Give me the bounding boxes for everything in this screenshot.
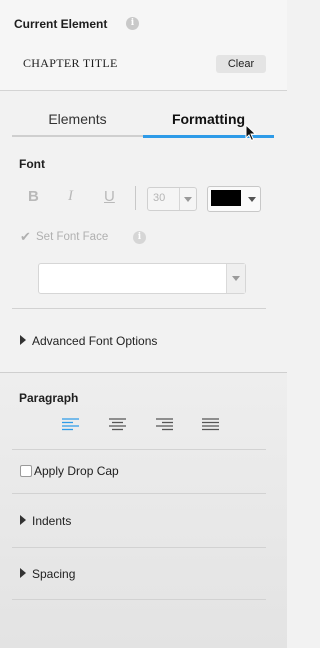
info-icon[interactable]: i	[126, 17, 139, 30]
align-center-icon[interactable]	[109, 418, 126, 432]
tab-elements[interactable]: Elements	[12, 104, 143, 134]
divider	[12, 449, 266, 450]
chevron-down-icon	[179, 188, 196, 210]
bold-button[interactable]: B	[28, 188, 39, 205]
indents-label: Indents	[32, 514, 72, 528]
color-swatch	[211, 190, 241, 206]
set-font-face-label: Set Font Face	[36, 231, 109, 243]
divider	[12, 308, 266, 309]
chevron-down-icon	[245, 187, 260, 211]
paragraph-heading: Paragraph	[19, 391, 79, 405]
font-heading: Font	[19, 157, 45, 171]
formatting-panel: Current Element i CHAPTER TITLE Clear El…	[0, 0, 287, 648]
font-face-select[interactable]	[38, 263, 246, 294]
current-element-section: Current Element i CHAPTER TITLE Clear	[0, 0, 287, 91]
align-left-icon[interactable]	[62, 418, 79, 432]
italic-button[interactable]: I	[68, 188, 73, 205]
disclosure-triangle-icon	[20, 335, 26, 345]
disclosure-triangle-icon	[20, 568, 26, 578]
font-size-value: 30	[153, 192, 166, 204]
divider	[12, 493, 266, 494]
align-right-icon[interactable]	[156, 418, 173, 432]
spacing-label: Spacing	[32, 567, 76, 581]
info-icon[interactable]: i	[133, 231, 146, 244]
font-color-picker[interactable]	[207, 186, 261, 212]
divider	[12, 547, 266, 548]
font-size-select[interactable]: 30	[147, 187, 197, 211]
advanced-font-options-label: Advanced Font Options	[32, 334, 158, 348]
current-element-title: Current Element	[14, 17, 108, 31]
chevron-down-icon	[226, 264, 245, 293]
clear-button[interactable]: Clear	[216, 55, 266, 73]
mouse-cursor-icon	[245, 124, 257, 142]
tab-underline	[12, 135, 143, 137]
toolbar-divider	[135, 186, 136, 210]
checkmark-icon: ✔	[20, 229, 31, 244]
divider	[12, 599, 266, 600]
tab-bar: Elements Formatting	[12, 104, 274, 138]
align-justify-icon[interactable]	[202, 418, 219, 432]
drop-cap-checkbox[interactable]	[20, 465, 32, 477]
disclosure-triangle-icon	[20, 515, 26, 525]
current-element-value: CHAPTER TITLE	[23, 56, 118, 70]
underline-button[interactable]: U	[104, 188, 115, 205]
paragraph-section: Paragraph Apply Drop Cap Indents Spacing	[0, 372, 287, 648]
drop-cap-label[interactable]: Apply Drop Cap	[34, 464, 119, 478]
